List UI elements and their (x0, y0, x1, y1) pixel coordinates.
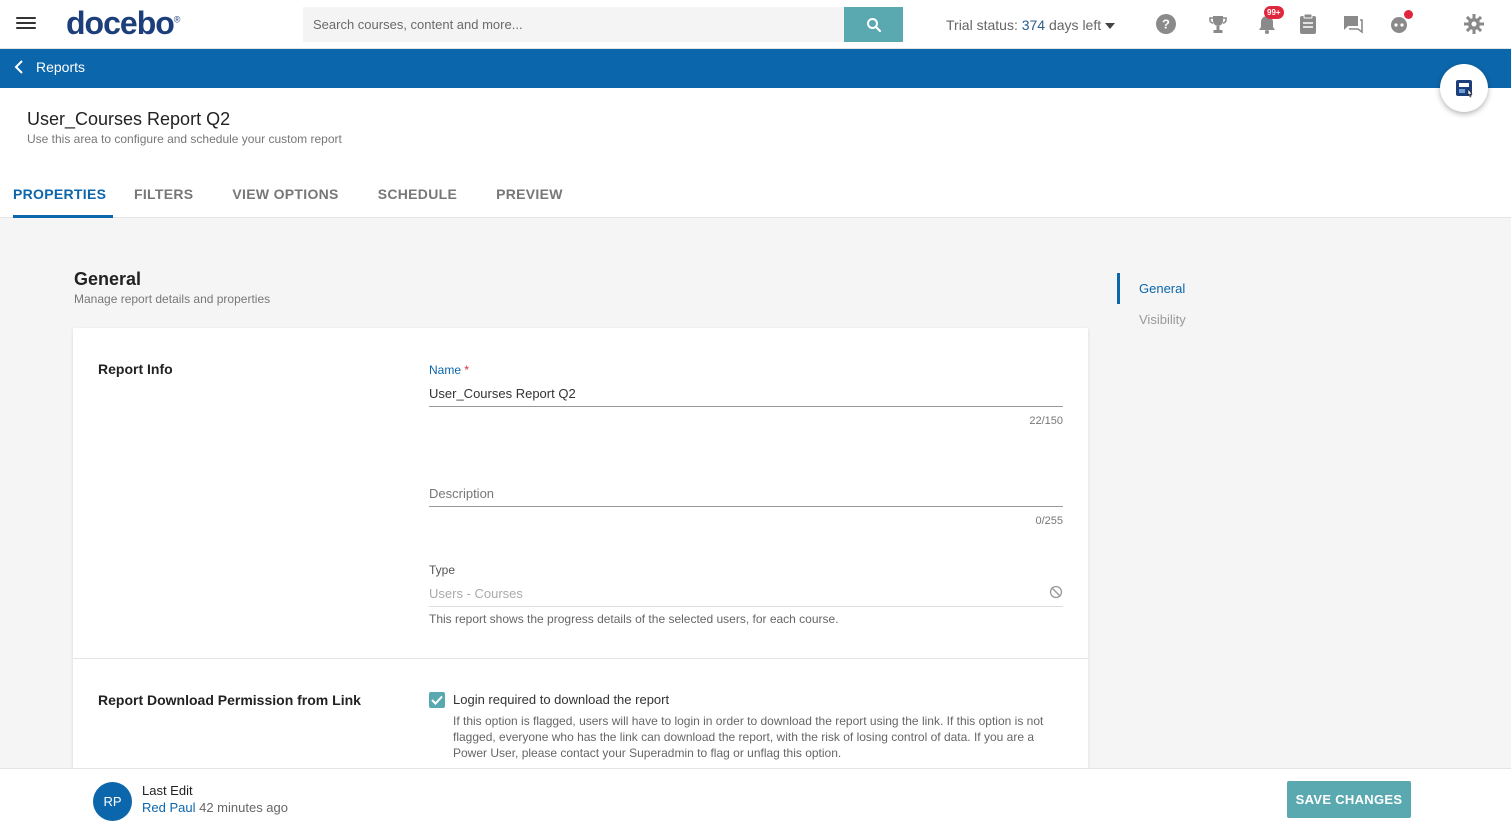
notification-badge: 99+ (1264, 6, 1284, 19)
help-icon[interactable]: ? (1154, 12, 1178, 36)
tab-view-options[interactable]: VIEW OPTIONS (232, 174, 338, 218)
chevron-left-icon (14, 60, 23, 74)
section-divider (73, 658, 1088, 659)
bot-notification-dot (1404, 10, 1413, 19)
anchor-visibility[interactable]: Visibility (1117, 304, 1186, 335)
tab-properties[interactable]: PROPERTIES (13, 174, 113, 218)
description-field[interactable] (429, 481, 1063, 507)
report-export-icon (1456, 80, 1473, 98)
tab-preview[interactable]: PREVIEW (496, 174, 563, 218)
type-hint: This report shows the progress details o… (429, 612, 839, 626)
page-header: User_Courses Report Q2 Use this area to … (0, 88, 1511, 218)
back-to-reports-link[interactable]: Reports (14, 59, 85, 75)
avatar: RP (93, 782, 132, 821)
page-subtitle: Use this area to configure and schedule … (27, 132, 342, 146)
name-field[interactable] (429, 381, 1063, 407)
description-char-counter: 0/255 (1035, 515, 1063, 527)
type-field (429, 581, 1063, 607)
tab-bar: PROPERTIES FILTERS VIEW OPTIONS SCHEDULE… (0, 174, 563, 218)
tab-filters[interactable]: FILTERS (134, 174, 193, 218)
gear-icon[interactable] (1462, 12, 1486, 36)
trial-status-suffix: days left (1045, 17, 1102, 33)
section-title: General (74, 269, 142, 289)
section-subtitle: Manage report details and properties (74, 292, 271, 306)
svg-text:?: ? (1162, 17, 1170, 32)
edit-time: 42 minutes ago (199, 800, 289, 815)
floating-action-button[interactable] (1440, 64, 1488, 112)
download-permission-label: Report Download Permission from Link (98, 692, 361, 708)
chevron-down-icon (1105, 23, 1116, 30)
footer-bar: RP Last Edit Red Paul 42 minutes ago SAV… (0, 768, 1511, 821)
login-required-checkbox[interactable] (429, 692, 445, 708)
checkmark-icon (431, 695, 443, 705)
trial-status-prefix: Trial status: (946, 17, 1022, 33)
trial-status-dropdown[interactable]: Trial status: 374 days left (946, 17, 1116, 33)
search-input[interactable] (303, 7, 844, 42)
top-bar: docebo® Trial status: 374 days left ? 99… (0, 0, 1511, 49)
docebo-logo[interactable]: docebo® (66, 5, 180, 42)
breadcrumb-bar: Reports (0, 49, 1511, 88)
section-anchor-nav: General Visibility (1117, 273, 1186, 335)
login-required-label[interactable]: Login required to download the report (453, 692, 669, 707)
bot-icon[interactable] (1387, 10, 1413, 36)
chat-icon[interactable] (1341, 12, 1365, 36)
type-field-label: Type (429, 563, 456, 577)
report-info-label: Report Info (98, 361, 173, 377)
name-field-label: Name * (429, 363, 470, 377)
editor-name[interactable]: Red Paul (142, 800, 195, 815)
page-title: User_Courses Report Q2 (27, 109, 231, 129)
trial-days: 374 (1021, 17, 1046, 33)
login-required-description: If this option is flagged, users will ha… (453, 714, 1044, 760)
search-button[interactable] (844, 7, 903, 42)
clipboard-icon[interactable] (1296, 12, 1320, 36)
global-search (303, 7, 903, 42)
tab-schedule[interactable]: SCHEDULE (378, 174, 457, 218)
breadcrumb-label: Reports (36, 59, 86, 75)
anchor-general[interactable]: General (1117, 273, 1186, 304)
blocked-icon (1049, 585, 1063, 599)
menu-icon[interactable] (16, 14, 36, 34)
general-card: Report Info Name * 22/150 0/255 Type Thi… (73, 328, 1088, 769)
save-changes-button[interactable]: SAVE CHANGES (1287, 781, 1411, 818)
bell-icon[interactable]: 99+ (1255, 6, 1284, 36)
name-char-counter: 22/150 (1029, 415, 1063, 427)
trophy-icon[interactable] (1206, 12, 1230, 36)
last-edit-label: Last Edit (142, 783, 193, 798)
search-icon (866, 17, 881, 32)
last-edit-info: Red Paul 42 minutes ago (142, 800, 288, 815)
